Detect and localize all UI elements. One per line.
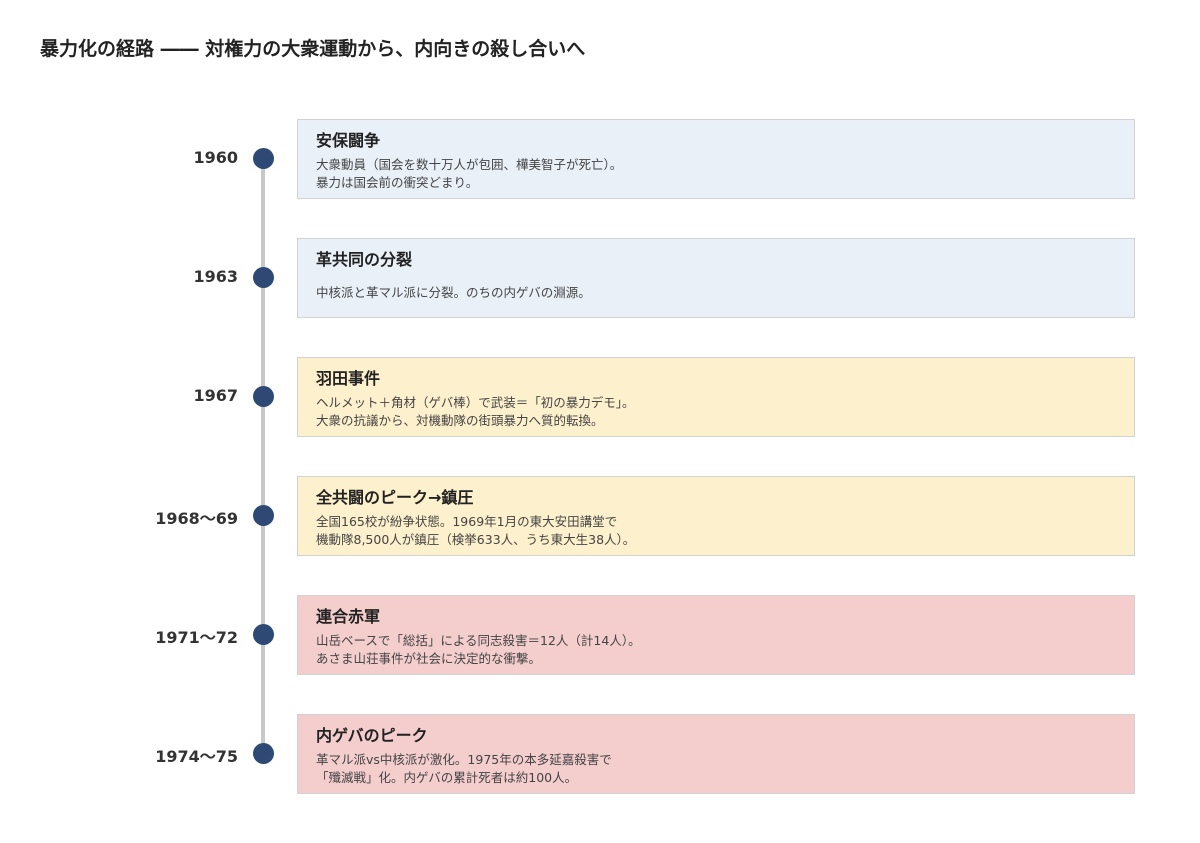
event-description-line: 山岳ベースで「総括」による同志殺害＝12人（計14人）。: [316, 633, 641, 648]
event-year: 1971〜72: [155, 628, 238, 647]
event-description-line: 大衆動員（国会を数十万人が包囲、樺美智子が死亡）。: [316, 157, 623, 172]
event-description-line: ヘルメット＋角材（ゲバ棒）で武装＝「初の暴力デモ」。: [316, 395, 635, 410]
event-card: 内ゲバのピーク革マル派vs中核派が激化。1975年の本多延嘉殺害で 「殲滅戦」化。…: [297, 714, 1135, 794]
event-card: 安保闘争大衆動員（国会を数十万人が包囲、樺美智子が死亡）。 暴力は国会前の衝突どま…: [297, 119, 1135, 199]
event-description-line: 暴力は国会前の衝突どまり。: [316, 175, 479, 190]
event-title: 連合赤軍: [316, 607, 381, 626]
event-description: 山岳ベースで「総括」による同志殺害＝12人（計14人）。 あさま山荘事件が社会に決…: [316, 632, 1116, 668]
timeline-event: 1968〜69 全共闘のピーク→鎮圧全国165校が紛争状態。1969年1月の東大安…: [0, 476, 1200, 556]
event-title: 安保闘争: [316, 131, 381, 150]
event-year: 1974〜75: [155, 747, 238, 766]
timeline-dot: [253, 148, 274, 169]
event-description-line: あさま山荘事件が社会に決定的な衝撃。: [316, 651, 542, 666]
event-description-line: 全国165校が紛争状態。1969年1月の東大安田講堂で: [316, 514, 618, 529]
event-description: 全国165校が紛争状態。1969年1月の東大安田講堂で機動隊8,500人が鎮圧（…: [316, 513, 1116, 549]
timeline-dot: [253, 505, 274, 526]
event-title: 全共闘のピーク→鎮圧: [316, 488, 474, 507]
event-title: 羽田事件: [316, 369, 381, 388]
event-card: 革共同の分裂中核派と革マル派に分裂。のちの内ゲバの淵源。: [297, 238, 1135, 318]
event-year: 1968〜69: [155, 509, 238, 528]
page-title: 暴力化の経路 ―― 対権力の大衆運動から、内向きの殺し合いへ: [40, 38, 586, 60]
event-card: 全共闘のピーク→鎮圧全国165校が紛争状態。1969年1月の東大安田講堂で機動隊…: [297, 476, 1135, 556]
timeline-event: 1967 羽田事件ヘルメット＋角材（ゲバ棒）で武装＝「初の暴力デモ」。 大衆の抗議か…: [0, 357, 1200, 437]
timeline-dot: [253, 386, 274, 407]
event-year: 1960: [193, 148, 238, 167]
event-title: 革共同の分裂: [316, 250, 413, 269]
event-description-line: 中核派と革マル派に分裂。のちの内ゲバの淵源。: [316, 285, 591, 300]
event-card: 連合赤軍山岳ベースで「総括」による同志殺害＝12人（計14人）。 あさま山荘事件が…: [297, 595, 1135, 675]
event-card: 羽田事件ヘルメット＋角材（ゲバ棒）で武装＝「初の暴力デモ」。 大衆の抗議から、対機…: [297, 357, 1135, 437]
event-description-line: 革マル派vs中核派が激化。1975年の本多延嘉殺害で: [316, 752, 612, 767]
timeline-event: 1960 安保闘争大衆動員（国会を数十万人が包囲、樺美智子が死亡）。 暴力は国会前の…: [0, 119, 1200, 199]
event-description-line: 機動隊8,500人が鎮圧（検挙633人、うち東大生38人）。: [316, 532, 636, 547]
event-description: 中核派と革マル派に分裂。のちの内ゲバの淵源。: [316, 284, 1116, 302]
event-description-line: 大衆の抗議から、対機動隊の街頭暴力へ質的転換。: [316, 413, 604, 428]
timeline-dot: [253, 267, 274, 288]
timeline-dot: [253, 743, 274, 764]
event-description: ヘルメット＋角材（ゲバ棒）で武装＝「初の暴力デモ」。 大衆の抗議から、対機動隊の街…: [316, 394, 1116, 430]
timeline-event: 1963 革共同の分裂中核派と革マル派に分裂。のちの内ゲバの淵源。: [0, 238, 1200, 318]
event-description: 大衆動員（国会を数十万人が包囲、樺美智子が死亡）。 暴力は国会前の衝突どまり。: [316, 156, 1116, 192]
event-title: 内ゲバのピーク: [316, 726, 428, 745]
event-description-line: 「殲滅戦」化。内ゲバの累計死者は約100人。: [316, 770, 578, 785]
timeline-event: 1971〜72 連合赤軍山岳ベースで「総括」による同志殺害＝12人（計14人）。あ…: [0, 595, 1200, 675]
timeline-dot: [253, 624, 274, 645]
event-description: 革マル派vs中核派が激化。1975年の本多延嘉殺害で 「殲滅戦」化。内ゲバの累計死…: [316, 751, 1116, 787]
timeline-event: 1974〜75 内ゲバのピーク革マル派vs中核派が激化。1975年の本多延嘉殺害で…: [0, 714, 1200, 794]
event-year: 1963: [193, 267, 238, 286]
event-year: 1967: [193, 386, 238, 405]
